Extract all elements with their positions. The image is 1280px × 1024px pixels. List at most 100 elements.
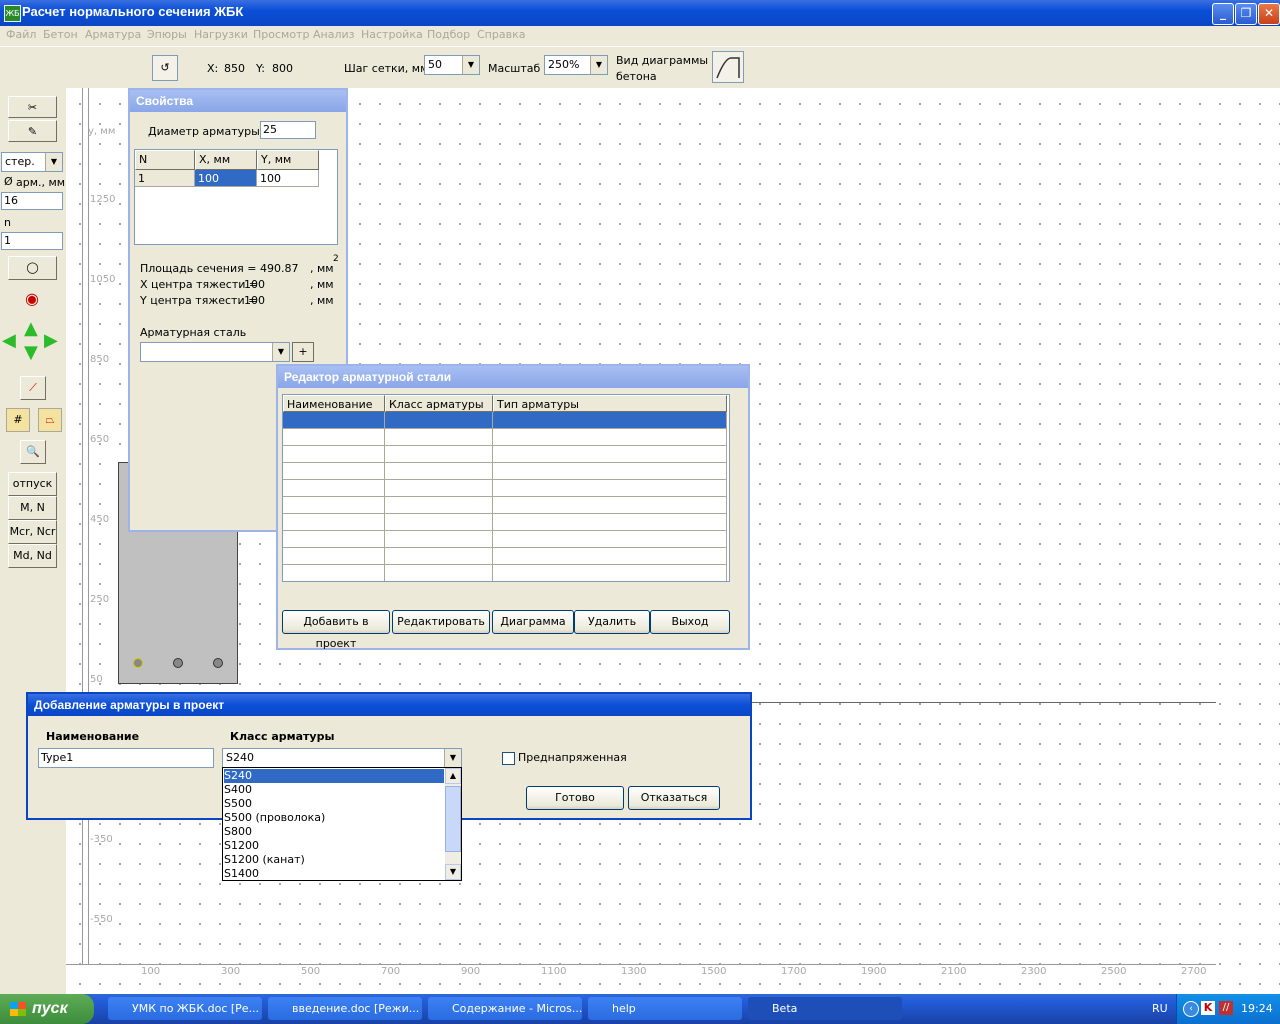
brush-icon[interactable]: ✎ (8, 120, 57, 142)
name-input[interactable]: Type1 (38, 748, 214, 768)
rebar-point[interactable] (213, 658, 223, 668)
mcr-ncr-button[interactable]: Mcr, Ncr (8, 520, 57, 544)
bar-type-select[interactable]: стер. ▼ (1, 152, 63, 172)
table-row[interactable] (493, 531, 727, 548)
table-row-selected[interactable] (385, 412, 493, 429)
menu-view[interactable]: Просмотр (253, 28, 309, 41)
md-nd-button[interactable]: Md, Nd (8, 544, 57, 568)
class-dropdown-list[interactable]: S240 S400 S500 S500 (проволока) S800 S1200 S12… (222, 767, 462, 881)
table-row[interactable] (385, 565, 493, 581)
table-row[interactable] (493, 497, 727, 514)
menu-diagrams[interactable]: Эпюры (147, 28, 187, 41)
close-button[interactable]: ✕ (1258, 3, 1280, 25)
scissors-icon[interactable]: ✂ (8, 96, 57, 118)
add-steel-button[interactable]: + (292, 342, 314, 362)
table-row[interactable] (283, 548, 385, 565)
column-header-x[interactable]: X, мм (195, 150, 257, 170)
task-beta[interactable]: Beta (748, 997, 902, 1020)
menu-loads[interactable]: Нагрузки (194, 28, 248, 41)
arrow-down-icon[interactable]: ▼ (24, 342, 38, 363)
clock[interactable]: 19:24 (1241, 1002, 1273, 1015)
dropdown-option[interactable]: S240 (224, 769, 444, 783)
tray-antivirus-icon[interactable]: K (1201, 1001, 1215, 1015)
column-header-class[interactable]: Класс арматуры (385, 395, 493, 412)
tray-app-icon[interactable]: // (1219, 1001, 1233, 1015)
exit-button[interactable]: Выход (650, 610, 730, 634)
scroll-thumb[interactable] (445, 786, 461, 852)
maximize-button[interactable]: ❐ (1235, 3, 1257, 25)
n-input[interactable]: 1 (1, 232, 63, 250)
menu-selection[interactable]: Подбор (427, 28, 470, 41)
dropdown-option[interactable]: S500 (224, 797, 444, 811)
table-row[interactable] (283, 429, 385, 446)
table-row[interactable] (385, 429, 493, 446)
table-row[interactable] (283, 497, 385, 514)
column-header-type[interactable]: Тип арматуры (493, 395, 727, 412)
table-row[interactable] (385, 480, 493, 497)
ok-button[interactable]: Готово (526, 786, 624, 810)
grid-step-select[interactable]: 50 ▼ (424, 55, 480, 75)
properties-title-bar[interactable]: Свойства (130, 90, 346, 112)
minimize-button[interactable]: _ (1212, 3, 1234, 25)
menu-settings[interactable]: Настройка (361, 28, 423, 41)
column-header-n[interactable]: N (135, 150, 195, 170)
diagram-button[interactable]: Диаграмма (492, 610, 574, 634)
language-indicator[interactable]: RU (1152, 1002, 1168, 1015)
diameter-input[interactable]: 16 (1, 192, 63, 210)
zoom-icon[interactable]: 🔍 (20, 440, 46, 464)
menu-concrete[interactable]: Бетон (43, 28, 78, 41)
table-row[interactable] (385, 497, 493, 514)
line-tool-icon[interactable]: ⟋ (20, 376, 46, 400)
table-row[interactable] (493, 514, 727, 531)
table-row-selected[interactable] (493, 412, 727, 429)
table-row[interactable] (493, 429, 727, 446)
table-row[interactable] (493, 480, 727, 497)
dropdown-scrollbar[interactable]: ▲ ▼ (445, 768, 461, 880)
task-umk-doc[interactable]: УМК по ЖБК.doc [Ре... (108, 997, 262, 1020)
task-help-folder[interactable]: help (588, 997, 742, 1020)
dropdown-option[interactable]: S500 (проволока) (224, 811, 444, 825)
table-row[interactable] (493, 548, 727, 565)
menu-analysis[interactable]: Анализ (313, 28, 355, 41)
target-icon[interactable]: ◉ (20, 288, 44, 310)
dropdown-option[interactable]: S1200 (канат) (224, 853, 444, 867)
table-row-selected[interactable] (283, 412, 385, 429)
add-to-project-button[interactable]: Добавить в проект (282, 610, 390, 650)
menu-reinforcement[interactable]: Арматура (85, 28, 141, 41)
section-icon[interactable]: ⏢ (38, 408, 62, 432)
arrow-left-icon[interactable]: ◀ (2, 330, 16, 351)
edit-button[interactable]: Редактировать (392, 610, 490, 634)
table-row[interactable] (493, 565, 727, 581)
task-soderzhanie[interactable]: Содержание - Micros... (428, 997, 582, 1020)
table-row[interactable] (283, 463, 385, 480)
table-row[interactable] (493, 446, 727, 463)
window-title-bar[interactable]: ЖБ Расчет нормального сечения ЖБК _ ❐ ✕ (0, 0, 1280, 26)
dropdown-option[interactable]: S800 (224, 825, 444, 839)
dropdown-option[interactable]: S1400 (224, 867, 444, 881)
table-row[interactable] (283, 446, 385, 463)
undo-icon[interactable]: ↺ (152, 55, 178, 81)
steel-editor-title-bar[interactable]: Редактор арматурной стали (278, 366, 748, 388)
prestressed-checkbox[interactable] (502, 752, 515, 765)
column-header-y[interactable]: Y, мм (257, 150, 319, 170)
class-select[interactable]: S240 ▼ (222, 748, 462, 768)
table-row[interactable] (385, 531, 493, 548)
arrow-right-icon[interactable]: ▶ (44, 330, 58, 351)
dropdown-option[interactable]: S400 (224, 783, 444, 797)
column-header-name[interactable]: Наименование (283, 395, 385, 412)
cancel-button[interactable]: Отказаться (628, 786, 720, 810)
rebar-point[interactable] (173, 658, 183, 668)
table-row[interactable] (283, 514, 385, 531)
bar-diameter-input[interactable]: 25 (260, 121, 316, 139)
circle-icon[interactable]: ◯ (8, 256, 57, 280)
table-cell-selected[interactable]: 100 (195, 170, 257, 187)
release-button[interactable]: отпуск (8, 472, 57, 496)
scroll-down-icon[interactable]: ▼ (445, 864, 461, 880)
steel-select[interactable]: ▼ (140, 342, 290, 362)
arrow-up-icon[interactable]: ▲ (24, 318, 38, 339)
task-vvedenie-doc[interactable]: введение.doc [Режи... (268, 997, 422, 1020)
concrete-diagram-button[interactable] (712, 51, 744, 83)
table-row[interactable] (283, 480, 385, 497)
menu-help[interactable]: Справка (477, 28, 525, 41)
table-row[interactable] (385, 463, 493, 480)
